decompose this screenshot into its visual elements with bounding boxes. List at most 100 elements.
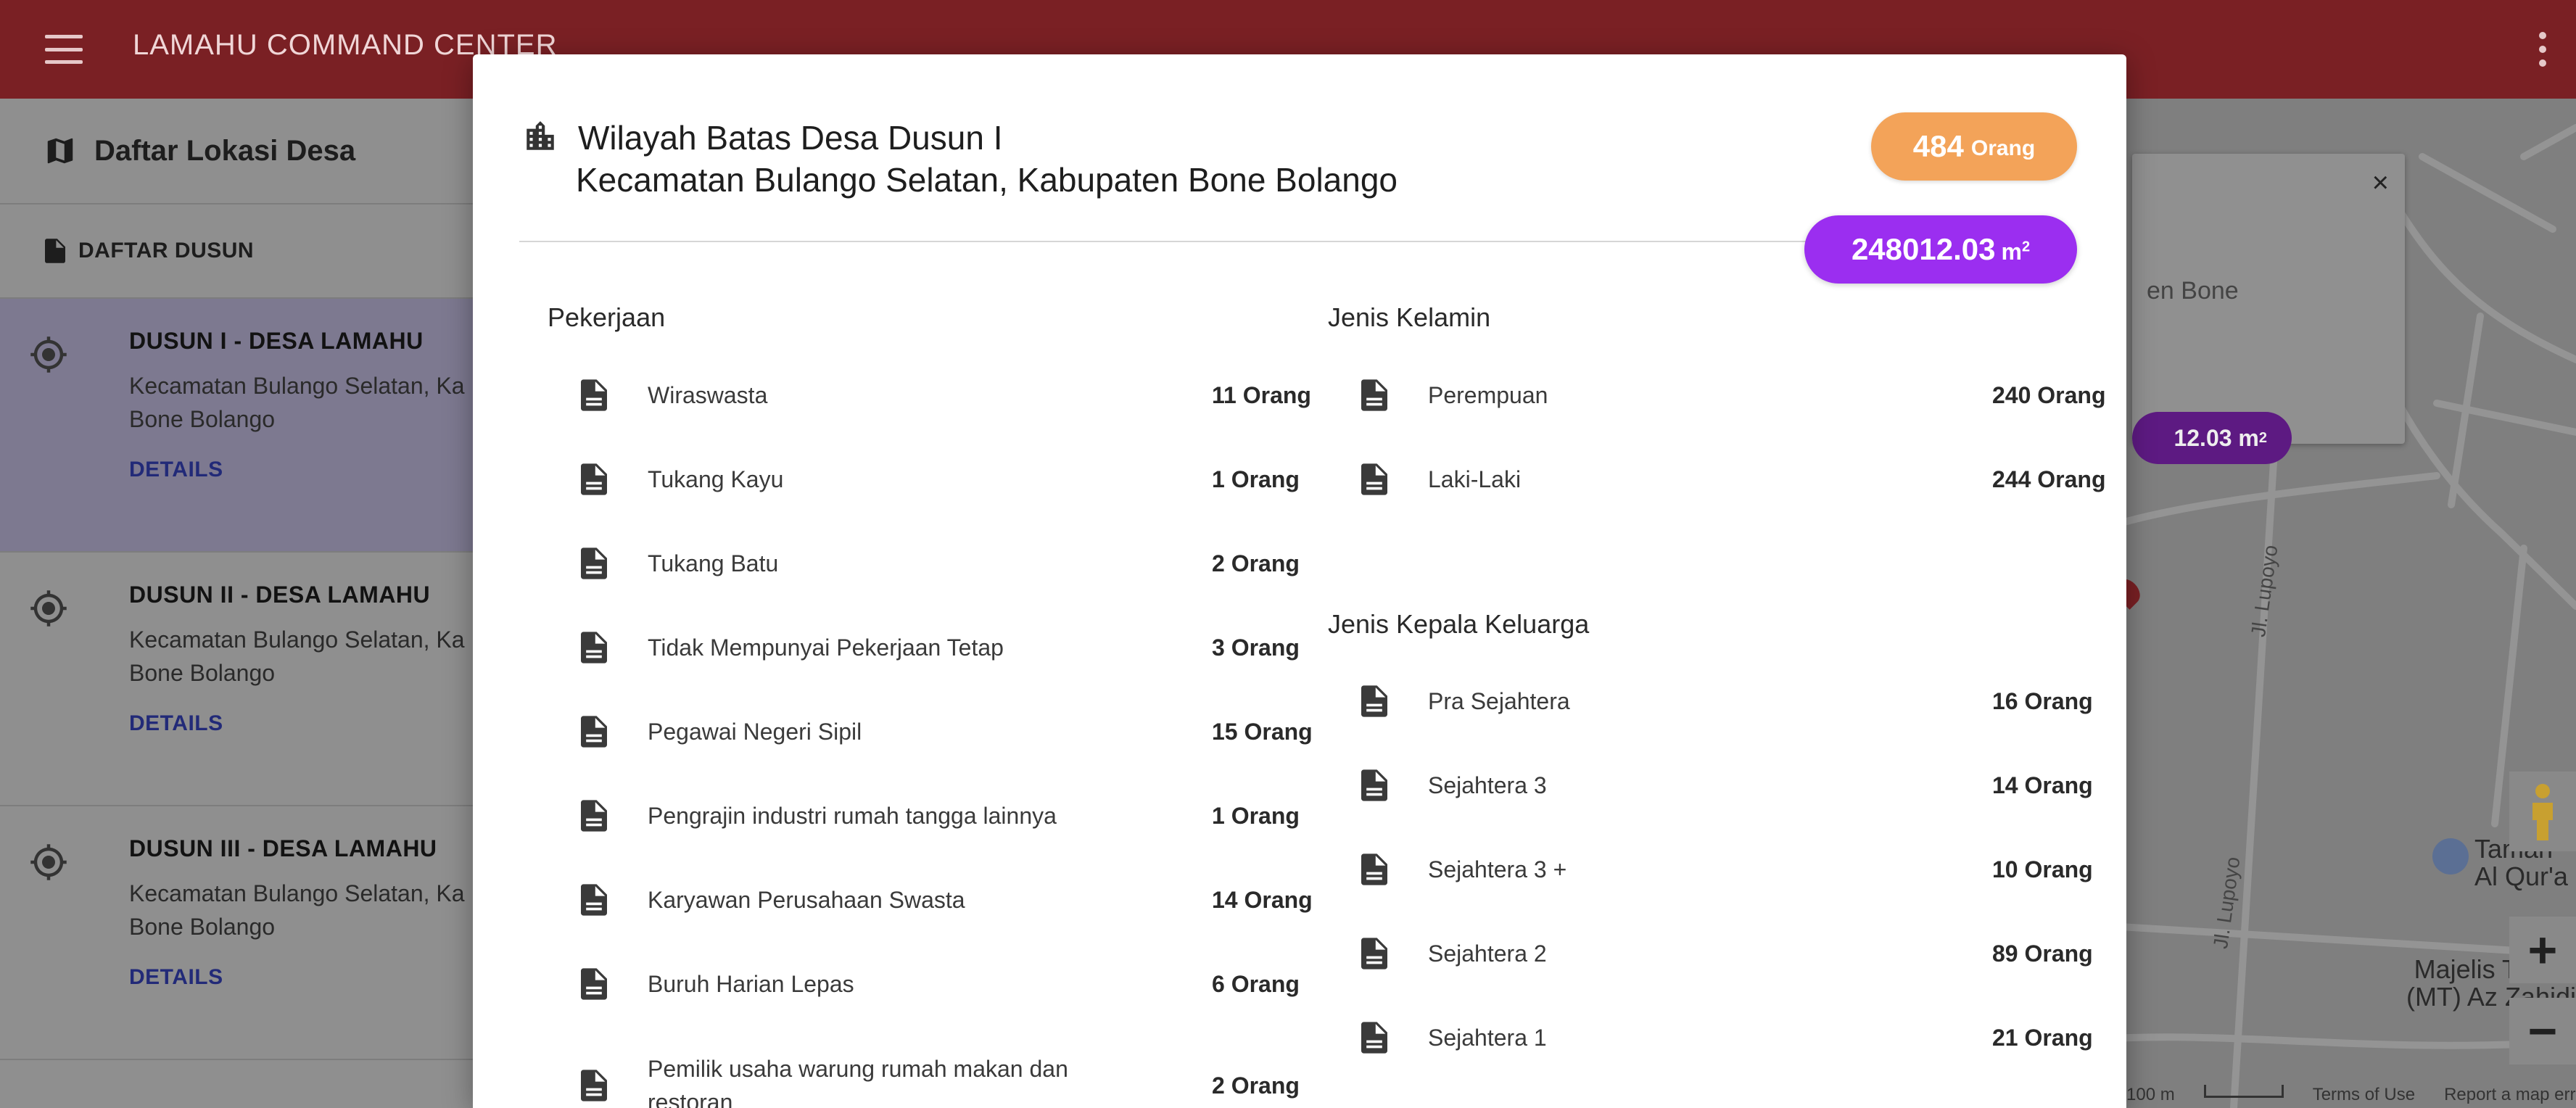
document-icon [581, 632, 607, 663]
more-vert-icon[interactable] [2538, 32, 2547, 67]
gps-target-icon [30, 590, 67, 627]
dusun-title: DUSUN I - DESA LAMAHU [129, 328, 424, 354]
row-value: 244 Orang [1992, 466, 2106, 492]
row-value: 89 Orang [1992, 940, 2093, 967]
street-view-pegman-icon[interactable] [2509, 772, 2576, 851]
document-icon [1361, 685, 1387, 717]
mosque-icon[interactable] [2432, 838, 2469, 875]
document-icon [1361, 769, 1387, 801]
terms-link[interactable]: Terms of Use [2313, 1085, 2415, 1108]
scale-label: 100 m [2126, 1085, 2175, 1104]
area-unit: m2 [2001, 238, 2031, 265]
gps-target-icon [30, 844, 67, 880]
document-icon [581, 379, 607, 411]
dialog-title: Wilayah Batas Desa Dusun I [578, 119, 1003, 157]
details-link[interactable]: DETAILS [129, 458, 479, 482]
row-value: 14 Orang [1212, 886, 1313, 913]
document-icon [581, 463, 607, 495]
kepala-keluarga-section-title: Jenis Kepala Keluarga [1328, 609, 1590, 639]
list-row: Perempuan 240 Orang [1361, 359, 2126, 431]
document-icon [581, 800, 607, 832]
popup-text: en Bone [2147, 277, 2239, 305]
jenis-kelamin-section-title: Jenis Kelamin [1328, 302, 1491, 332]
row-label: Tidak Mempunyai Pekerjaan Tetap [648, 634, 1004, 661]
list-row: Sejahtera 3 14 Orang [1361, 749, 2126, 822]
building-icon [527, 121, 554, 150]
document-icon [581, 968, 607, 1000]
row-value: 6 Orang [1212, 970, 1300, 997]
dusun-list-item[interactable]: DUSUN I - DESA LAMAHU Kecamatan Bulango … [0, 299, 479, 553]
list-row: Pra Sejahtera 16 Orang [1361, 665, 2126, 737]
list-row: Buruh Harian Lepas 6 Orang [581, 948, 1371, 1020]
dusun-list-item[interactable]: DUSUN II - DESA LAMAHU Kecamatan Bulango… [0, 553, 479, 806]
row-value: 2 Orang [1212, 550, 1300, 576]
list-row: Sejahtera 3 + 10 Orang [1361, 833, 2126, 906]
details-link[interactable]: DETAILS [129, 965, 479, 990]
population-unit: Orang [1970, 136, 2036, 160]
row-value: 1 Orang [1212, 466, 1300, 492]
population-badge: 484 Orang [1871, 112, 2077, 181]
row-value: 10 Orang [1992, 856, 2093, 882]
list-row: Karyawan Perusahaan Swasta 14 Orang [581, 864, 1371, 936]
list-row: Tidak Mempunyai Pekerjaan Tetap 3 Orang [581, 611, 1371, 684]
sidebar: Daftar Lokasi Desa DAFTAR DUSUN DUSUN I … [0, 99, 479, 1108]
document-icon [581, 716, 607, 748]
row-label: Sejahtera 3 + [1428, 856, 1567, 882]
document-icon [1361, 938, 1387, 970]
population-value: 484 [1912, 129, 1964, 163]
list-row: Laki-Laki 244 Orang [1361, 443, 2126, 516]
row-value: 16 Orang [1992, 687, 2093, 714]
close-icon[interactable]: × [2372, 167, 2389, 199]
list-row: Tukang Batu 2 Orang [581, 527, 1371, 600]
row-value: 11 Orang [1212, 381, 1311, 408]
row-label: Tukang Batu [648, 550, 779, 576]
list-row: Sejahtera 2 89 Orang [1361, 917, 2126, 990]
row-label: Pegawai Negeri Sipil [648, 719, 862, 745]
row-value: 2 Orang [1212, 1072, 1300, 1099]
list-row: Tukang Kayu 1 Orang [581, 443, 1371, 516]
hamburger-menu-icon[interactable] [44, 30, 84, 68]
list-row: Sejahtera 1 21 Orang [1361, 1001, 2126, 1074]
report-error-link[interactable]: Report a map err [2444, 1085, 2575, 1108]
document-icon [1361, 853, 1387, 885]
sidebar-header: Daftar Lokasi Desa [0, 99, 479, 204]
dusun-address: Kecamatan Bulango Selatan, Ka Bone Bolang… [129, 880, 465, 940]
row-label: Buruh Harian Lepas [648, 971, 854, 997]
row-value: 14 Orang [1992, 772, 2093, 798]
map-footer: 100 m Terms of Use Report a map err [2126, 1085, 2575, 1108]
list-row: Pemilik usaha warung rumah makan dan res… [581, 1049, 1371, 1108]
scale-bar [2203, 1085, 2284, 1098]
dusun-detail-dialog: Wilayah Batas Desa Dusun I Kecamatan Bul… [473, 54, 2126, 1108]
list-row: Wiraswasta 11 Orang [581, 359, 1371, 431]
daftar-dusun-label: DAFTAR DUSUN [78, 239, 255, 262]
row-value: 240 Orang [1992, 381, 2106, 408]
row-label: Pemilik usaha warung rumah makan dan res… [648, 1056, 1068, 1108]
dusun-address: Kecamatan Bulango Selatan, Ka Bone Bolang… [129, 627, 465, 686]
details-link[interactable]: DETAILS [129, 711, 479, 736]
list-row: Pegawai Negeri Sipil 15 Orang [581, 695, 1371, 768]
dusun-address: Kecamatan Bulango Selatan, Ka Bone Bolang… [129, 373, 465, 432]
row-label: Pra Sejahtera [1428, 688, 1570, 714]
row-label: Sejahtera 3 [1428, 772, 1547, 798]
map-icon [47, 138, 73, 164]
row-label: Sejahtera 2 [1428, 940, 1547, 967]
area-value: 248012.03 [1851, 232, 1996, 266]
document-icon [1361, 379, 1387, 411]
row-label: Laki-Laki [1428, 466, 1522, 492]
row-value: 1 Orang [1212, 802, 1300, 829]
document-icon [1361, 1022, 1387, 1054]
row-label: Tukang Kayu [648, 466, 784, 492]
map-info-popup: × en Bone 12.03 m2 [2132, 154, 2405, 464]
pekerjaan-section-title: Pekerjaan [548, 302, 666, 332]
zoom-out-button[interactable]: − [2509, 998, 2576, 1064]
sidebar-title: Daftar Lokasi Desa [94, 134, 356, 167]
zoom-in-button[interactable]: + [2509, 917, 2576, 983]
daftar-dusun-tab[interactable]: DAFTAR DUSUN [0, 204, 479, 299]
row-label: Karyawan Perusahaan Swasta [648, 887, 965, 913]
popup-area-pill: 12.03 m2 [2132, 412, 2292, 464]
row-label: Sejahtera 1 [1428, 1025, 1547, 1051]
list-row: Pengrajin industri rumah tangga lainnya 1… [581, 780, 1371, 852]
document-icon [1361, 463, 1387, 495]
dusun-list-item[interactable]: DUSUN III - DESA LAMAHU Kecamatan Bulang… [0, 806, 479, 1060]
dusun-title: DUSUN II - DESA LAMAHU [129, 582, 431, 608]
